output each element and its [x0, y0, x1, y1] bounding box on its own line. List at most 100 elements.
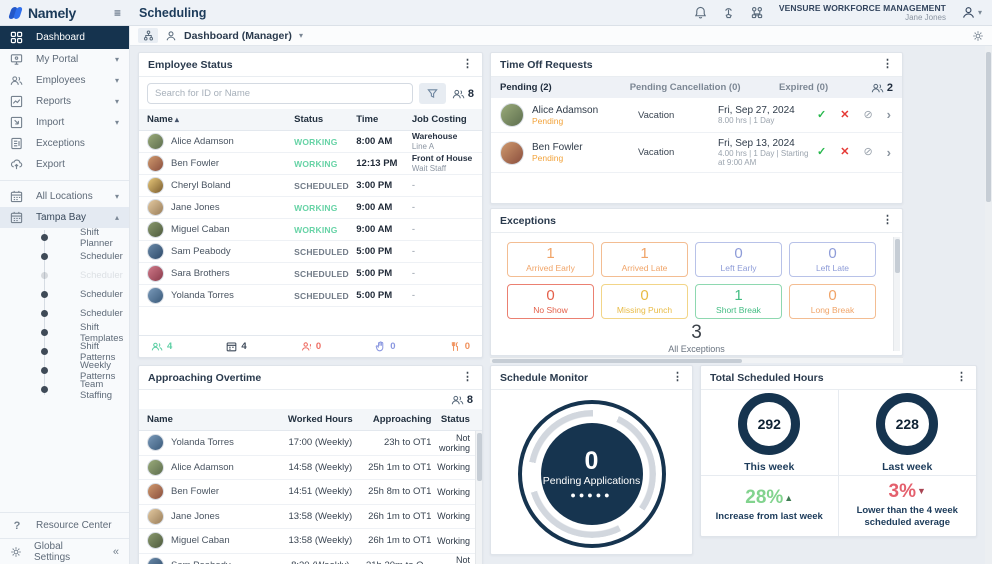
column-status[interactable]: Status	[294, 114, 356, 125]
exception-tile-missing-punch[interactable]: 0 Missing Punch	[601, 284, 688, 319]
employee-count-value: 8	[467, 87, 474, 100]
sidebar-subitem-scheduler[interactable]: Scheduler	[41, 304, 129, 323]
hamburger-menu-icon[interactable]	[114, 7, 121, 19]
column-status[interactable]: Status	[431, 414, 474, 425]
tab-pending[interactable]: Pending (2)	[500, 82, 630, 93]
scheduled-count[interactable]: 4	[226, 341, 247, 352]
sidebar-item-all-locations[interactable]: All Locations	[0, 186, 129, 207]
table-row[interactable]: Alice Adamson WORKING 8:00 AM Warehouse L…	[139, 131, 482, 153]
this-week-label: This week	[744, 460, 795, 473]
sidebar-item-exceptions[interactable]: Exceptions	[0, 133, 129, 154]
subitem-label: Scheduler	[80, 251, 123, 262]
last-week-delta-cell: 3% ▼ Lower than the 4 week scheduled aver…	[839, 476, 977, 536]
cancel-icon[interactable]	[863, 110, 872, 121]
sidebar-subitem-shift-patterns[interactable]: Shift Patterns	[41, 341, 129, 363]
sidebar-item-employees[interactable]: Employees	[0, 70, 129, 91]
kebab-menu-icon[interactable]	[672, 372, 683, 383]
touch-icon[interactable]	[722, 6, 735, 19]
carousel-dots[interactable]: ●●●●●	[570, 490, 612, 499]
time-off-row[interactable]: Alice Adamson Pending Vacation Fri, Sep …	[491, 98, 902, 133]
page-title: Scheduling	[139, 5, 207, 20]
table-row[interactable]: Miguel Caban 13:58 (Weekly) 26h 1m to OT…	[139, 529, 482, 554]
scrollbar[interactable]	[893, 237, 900, 351]
sidebar-item-reports[interactable]: Reports	[0, 91, 129, 112]
table-row[interactable]: Sam Peabody 8:30 (Weekly) 31h 30m to O..…	[139, 554, 482, 564]
dashboard-view-selector[interactable]: Dashboard (Manager)	[184, 30, 292, 42]
sidebar-subitem-scheduler[interactable]: Scheduler	[41, 285, 129, 304]
table-row[interactable]: Yolanda Torres SCHEDULED 5:00 PM -	[139, 285, 482, 307]
exception-tile-arrived-late[interactable]: 1 Arrived Late	[601, 242, 688, 277]
kebab-menu-icon[interactable]	[882, 215, 893, 226]
kebab-menu-icon[interactable]	[462, 59, 473, 70]
scrollbar[interactable]	[475, 431, 482, 564]
kebab-menu-icon[interactable]	[882, 59, 893, 70]
sidebar-item-export[interactable]: Export	[0, 154, 129, 175]
pending-applications-donut[interactable]: 0 Pending Applications ●●●●●	[517, 400, 666, 548]
sidebar-subitem-scheduler[interactable]: Scheduler	[41, 247, 129, 266]
sidebar-subitem-weekly-patterns[interactable]: Weekly Patterns	[41, 360, 129, 382]
table-row[interactable]: Sam Peabody SCHEDULED 5:00 PM -	[139, 241, 482, 263]
kebab-menu-icon[interactable]	[956, 372, 967, 383]
column-approaching[interactable]: Approaching	[363, 414, 432, 425]
settings-gear-icon[interactable]	[972, 30, 984, 42]
column-job-costing[interactable]: Job Costing	[412, 114, 474, 125]
column-worked-hours[interactable]: Worked Hours	[278, 414, 363, 425]
bell-icon[interactable]	[694, 6, 707, 19]
table-row[interactable]: Jane Jones WORKING 9:00 AM -	[139, 197, 482, 219]
sidebar-subitem-shift-planner[interactable]: Shift Planner	[41, 227, 129, 249]
employee-count: 8	[452, 88, 474, 100]
sidebar-subitem-team-staffing[interactable]: Team Staffing	[41, 379, 129, 401]
dashboard-grid-icon	[10, 31, 24, 44]
exception-tile-left-late[interactable]: 0 Left Late	[789, 242, 876, 277]
table-row[interactable]: Cheryl Boland SCHEDULED 3:00 PM -	[139, 175, 482, 197]
resource-center-link[interactable]: ? Resource Center	[0, 512, 129, 538]
chevron-right-icon[interactable]	[887, 146, 891, 160]
column-time[interactable]: Time	[356, 114, 412, 125]
absent-count[interactable]: 0	[301, 341, 321, 352]
chevron-down-icon[interactable]	[299, 31, 303, 40]
filter-funnel-icon[interactable]	[418, 83, 446, 104]
sidebar-subitem-scheduler-faded[interactable]: Scheduler	[41, 266, 129, 285]
cancel-icon[interactable]	[863, 147, 872, 158]
global-settings-link[interactable]: Global Settings	[0, 538, 129, 564]
column-name[interactable]: Name	[147, 114, 294, 125]
schedule-monitor-card: Schedule Monitor 0 Pending Applications …	[490, 365, 693, 555]
break-count[interactable]: 0	[450, 341, 470, 352]
kebab-menu-icon[interactable]	[462, 372, 473, 383]
table-row[interactable]: Jane Jones 13:58 (Weekly) 26h 1m to OT1 …	[139, 505, 482, 529]
search-input[interactable]	[147, 83, 413, 104]
table-row[interactable]: Ben Fowler 14:51 (Weekly) 25h 8m to OT1 …	[139, 480, 482, 505]
deny-icon[interactable]	[840, 110, 849, 121]
table-row[interactable]: Yolanda Torres 17:00 (Weekly) 23h to OT1…	[139, 431, 482, 456]
table-row[interactable]: Miguel Caban WORKING 9:00 AM -	[139, 219, 482, 241]
sidebar-item-import[interactable]: Import	[0, 112, 129, 133]
org-chart-icon[interactable]	[750, 6, 764, 19]
deny-icon[interactable]	[840, 147, 849, 158]
hierarchy-icon[interactable]	[138, 28, 158, 43]
table-row[interactable]: Ben Fowler WORKING 12:13 PM Front of Hou…	[139, 153, 482, 175]
table-row[interactable]: Alice Adamson 14:58 (Weekly) 25h 1m to O…	[139, 456, 482, 480]
exception-tile-long-break[interactable]: 0 Long Break	[789, 284, 876, 319]
sidebar-item-tampa-bay[interactable]: Tampa Bay	[0, 207, 129, 228]
user-menu[interactable]	[961, 5, 982, 20]
horizontal-scrollbar[interactable]	[490, 357, 903, 363]
exception-tile-left-early[interactable]: 0 Left Early	[695, 242, 782, 277]
collapse-sidebar-icon[interactable]	[113, 546, 119, 558]
approve-icon[interactable]	[817, 147, 826, 158]
chevron-right-icon[interactable]	[887, 108, 891, 122]
exception-tile-short-break[interactable]: 1 Short Break	[695, 284, 782, 319]
sidebar-item-dashboard[interactable]: Dashboard	[0, 26, 129, 49]
exception-tile-arrived-early[interactable]: 1 Arrived Early	[507, 242, 594, 277]
table-row[interactable]: Sara Brothers SCHEDULED 5:00 PM -	[139, 263, 482, 285]
leave-count[interactable]: 0	[375, 341, 396, 352]
sidebar-subitem-shift-templates[interactable]: Shift Templates	[41, 322, 129, 344]
working-count[interactable]: 4	[151, 341, 172, 352]
sidebar-item-my-portal[interactable]: My Portal	[0, 49, 129, 70]
column-name[interactable]: Name	[147, 414, 278, 425]
page-scrollbar[interactable]	[985, 46, 992, 564]
tab-pending-cancellation[interactable]: Pending Cancellation (0)	[630, 82, 779, 93]
tab-expired[interactable]: Expired (0)	[779, 82, 871, 93]
time-off-row[interactable]: Ben Fowler Pending Vacation Fri, Sep 13,…	[491, 133, 902, 173]
exception-tile-no-show[interactable]: 0 No Show	[507, 284, 594, 319]
approve-icon[interactable]	[817, 110, 826, 121]
